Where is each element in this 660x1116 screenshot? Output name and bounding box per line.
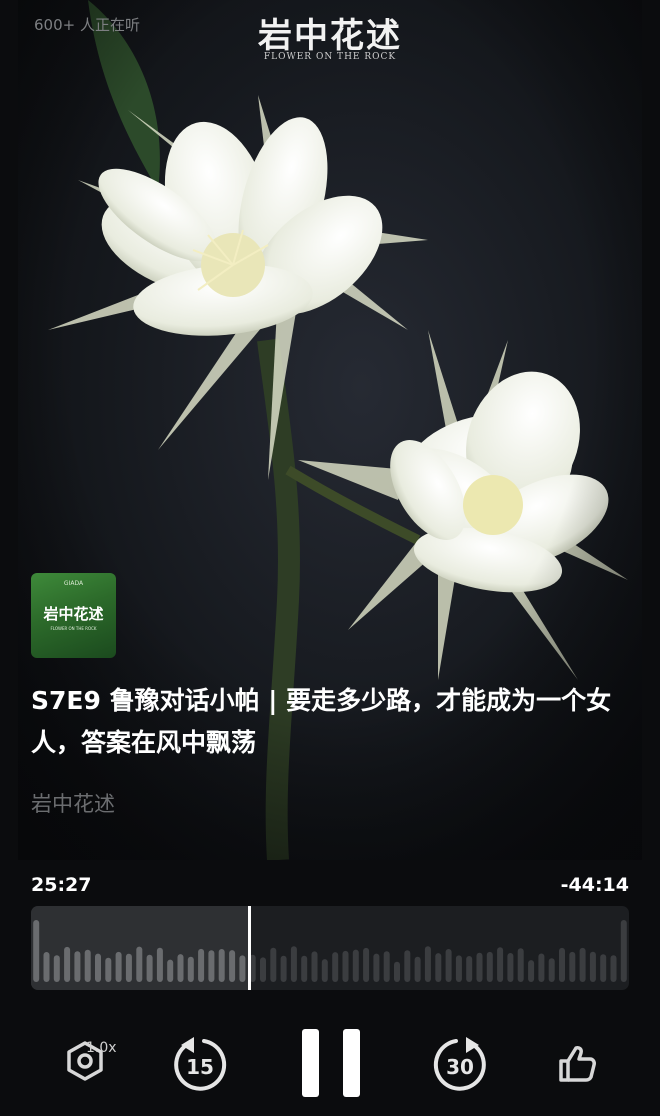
- waveform-bar: [311, 951, 318, 982]
- waveform-bar: [156, 947, 163, 982]
- waveform-bar: [600, 954, 607, 982]
- waveform-bar: [476, 952, 483, 982]
- waveform-bar: [507, 953, 514, 982]
- waveform-bar: [383, 951, 390, 982]
- waveform-bar: [33, 920, 40, 982]
- waveform-bar: [363, 947, 370, 982]
- waveform-bar: [548, 958, 555, 982]
- waveform-bar: [538, 953, 545, 982]
- waveform-bar: [445, 949, 452, 982]
- waveform-bar: [167, 959, 174, 982]
- waveform-bar: [620, 920, 627, 982]
- waveform-bar: [528, 960, 535, 982]
- waveform-bar: [229, 950, 236, 982]
- thumbnail-title: 岩中花述: [43, 605, 104, 623]
- waveform-bar: [136, 946, 143, 982]
- waveform-bar: [466, 956, 473, 982]
- forward-seconds-label: 30: [446, 1055, 474, 1079]
- waveform-scrubber[interactable]: [31, 906, 629, 990]
- pause-icon: [302, 1029, 360, 1097]
- waveform-bar: [497, 947, 504, 982]
- like-button[interactable]: [553, 1040, 601, 1088]
- podcast-logo-subtitle: FLOWER ON THE ROCK: [263, 52, 397, 62]
- waveform-bar: [589, 951, 596, 982]
- waveform-bar: [74, 951, 81, 982]
- waveform-bar: [290, 946, 297, 982]
- waveform-bar: [486, 951, 493, 982]
- forward-icon: 30: [433, 1037, 486, 1091]
- podcast-author-link[interactable]: 岩中花述: [31, 788, 115, 818]
- waveform-bar: [280, 955, 287, 982]
- waveform-bar: [373, 953, 380, 982]
- waveform-bar: [414, 956, 421, 982]
- thumbnail-subtitle: FLOWER ON THE ROCK: [50, 626, 97, 631]
- pause-button[interactable]: [300, 1027, 362, 1099]
- waveform-bar: [342, 950, 349, 982]
- thumbs-up-icon: [559, 1046, 596, 1082]
- episode-title: S7E9 鲁豫对话小帕 | 要走多少路，才能成为一个女人，答案在风中飘荡: [31, 686, 612, 757]
- waveform-bar: [187, 956, 194, 982]
- waveform-bar: [95, 953, 101, 982]
- waveform-bar: [115, 951, 122, 982]
- waveform-bar: [321, 959, 328, 982]
- waveform-bar: [559, 947, 565, 982]
- remaining-time: -44:14: [560, 874, 629, 896]
- rewind-15-button[interactable]: 15: [170, 1034, 230, 1094]
- playback-speed-label: 1.0x: [86, 1040, 117, 1056]
- waveform-bar: [517, 948, 524, 982]
- waveform-bars: [33, 920, 627, 982]
- waveform-bar: [579, 947, 586, 982]
- rewind-seconds-label: 15: [186, 1055, 214, 1079]
- waveform-bar: [239, 955, 246, 982]
- waveform-bar: [218, 949, 225, 982]
- playhead-handle[interactable]: [248, 906, 251, 990]
- waveform-bar: [301, 955, 308, 982]
- waveform-bar: [610, 955, 617, 982]
- rewind-icon: 15: [174, 1037, 227, 1091]
- waveform-bar: [270, 947, 277, 982]
- waveform-bar: [435, 953, 442, 982]
- waveform-bar: [43, 952, 50, 982]
- waveform-bar: [404, 950, 411, 982]
- waveform-bar: [352, 949, 359, 982]
- waveform-bar: [198, 948, 205, 982]
- waveform-bar: [569, 951, 576, 982]
- waveform-bar: [64, 946, 71, 982]
- waveform-bar: [208, 950, 215, 982]
- forward-30-button[interactable]: 30: [430, 1034, 490, 1094]
- waveform-bar: [394, 961, 400, 982]
- waveform-bar: [177, 954, 184, 982]
- waveform-bar: [84, 949, 91, 982]
- waveform-bar: [332, 952, 339, 982]
- thumbnail-brand-text: GIADA: [63, 580, 84, 587]
- waveform-bar: [125, 953, 132, 982]
- current-time: 25:27: [31, 874, 92, 896]
- waveform-bar: [146, 954, 153, 982]
- podcast-logo-title: 岩中花述: [258, 16, 402, 56]
- waveform-bar: [105, 957, 112, 982]
- waveform-bar: [424, 946, 431, 982]
- waveform-bar: [455, 955, 462, 982]
- album-thumbnail[interactable]: GIADA 岩中花述 FLOWER ON THE ROCK: [31, 573, 116, 658]
- waveform-bar: [53, 955, 60, 982]
- waveform-bar: [260, 957, 266, 982]
